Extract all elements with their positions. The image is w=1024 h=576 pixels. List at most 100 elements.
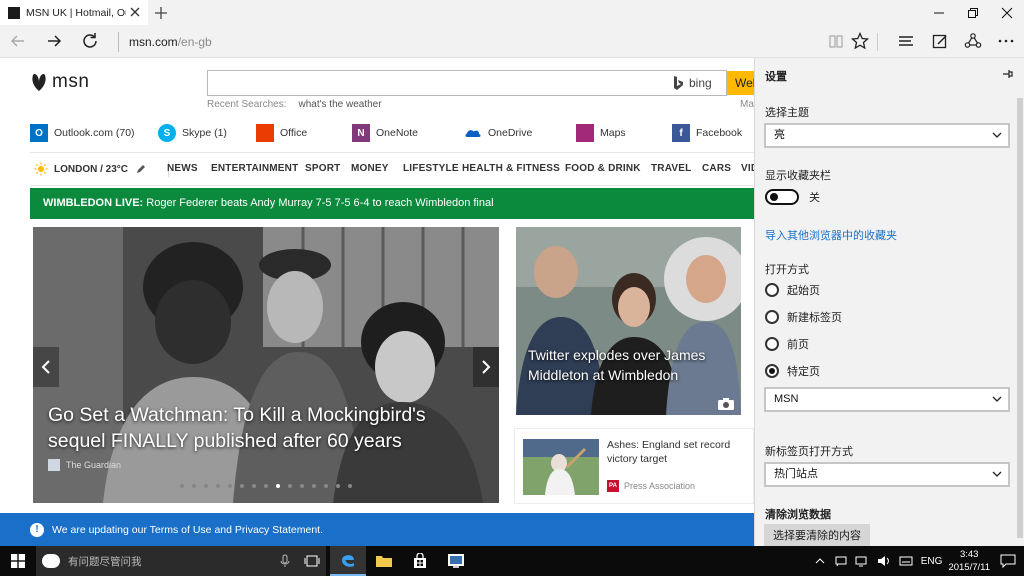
bing-label: bing — [689, 76, 712, 90]
story-card-twitter[interactable]: Twitter explodes over James Middleton at… — [516, 227, 741, 415]
nav-video[interactable]: VID — [741, 163, 754, 174]
nav-cars[interactable]: CARS — [702, 163, 731, 174]
tab-title: MSN UK | Hotmail, Outlo — [26, 6, 126, 19]
newtab-select[interactable]: 热门站点 — [764, 462, 1010, 487]
carousel-dot[interactable] — [240, 484, 244, 488]
radio-label: 新建标签页 — [787, 312, 842, 324]
newtab-label: 新标签页打开方式 — [765, 446, 853, 458]
bing-logo[interactable]: bing — [672, 71, 712, 95]
close-window-button[interactable] — [990, 0, 1024, 25]
volume-icon[interactable] — [877, 555, 891, 567]
keyboard-icon[interactable] — [899, 555, 913, 567]
nav-sport[interactable]: SPORT — [305, 163, 340, 174]
radio-previous-pages[interactable]: 前页 — [765, 336, 809, 352]
pin-icon[interactable] — [1002, 68, 1014, 80]
choose-what-to-clear-button[interactable]: 选择要清除的内容 — [764, 524, 870, 546]
more-icon[interactable] — [996, 31, 1016, 51]
edit-pencil-icon[interactable] — [136, 164, 146, 174]
link-outlook[interactable]: O Outlook.com (70) — [30, 124, 135, 142]
nav-lifestyle[interactable]: LIFESTYLE — [403, 163, 459, 174]
restore-button[interactable] — [956, 0, 990, 25]
taskbar-app[interactable] — [438, 546, 474, 576]
taskbar-file-explorer[interactable] — [366, 546, 402, 576]
carousel-dot[interactable] — [300, 484, 304, 488]
notification-icon[interactable] — [835, 555, 847, 567]
msn-search-input[interactable] — [207, 70, 727, 96]
weather-widget[interactable]: LONDON / 23°C — [34, 161, 170, 177]
link-label: Outlook.com (70) — [54, 127, 135, 139]
new-tab-icon[interactable] — [152, 4, 170, 22]
carousel-dot-active[interactable] — [276, 484, 280, 488]
link-onedrive[interactable]: OneDrive — [464, 124, 532, 142]
network-icon[interactable] — [855, 555, 869, 567]
carousel-dot[interactable] — [228, 484, 232, 488]
carousel-dot[interactable] — [192, 484, 196, 488]
refresh-icon[interactable] — [80, 31, 100, 51]
link-office[interactable]: Office — [256, 124, 307, 142]
favorite-star-icon[interactable] — [850, 31, 870, 51]
breaking-news-banner[interactable]: WIMBLEDON LIVE: Roger Federer beats Andy… — [30, 188, 754, 219]
nav-travel[interactable]: TRAVEL — [651, 163, 691, 174]
nav-food-drink[interactable]: FOOD & DRINK — [565, 163, 641, 174]
theme-select[interactable]: 亮 — [764, 123, 1010, 148]
carousel-dot[interactable] — [312, 484, 316, 488]
nav-money[interactable]: MONEY — [351, 163, 389, 174]
web-search-button[interactable]: Web — [727, 71, 754, 95]
nav-health-fitness[interactable]: HEALTH & FITNESS — [462, 163, 560, 174]
back-arrow-icon[interactable] — [8, 31, 28, 51]
browser-tab[interactable]: MSN UK | Hotmail, Outlo — [0, 0, 148, 25]
clock[interactable]: 3:43 2015/7/11 — [948, 548, 990, 574]
forward-arrow-icon[interactable] — [44, 31, 64, 51]
link-maps[interactable]: Maps — [576, 124, 626, 142]
reading-view-icon[interactable] — [826, 31, 846, 51]
msn-logo[interactable]: msn — [30, 71, 89, 93]
settings-scrollbar[interactable] — [1017, 98, 1023, 538]
radio-start-page[interactable]: 起始页 — [765, 282, 820, 298]
ime-indicator[interactable]: ENG — [921, 556, 943, 567]
carousel-prev-button[interactable] — [33, 347, 59, 387]
favbar-toggle[interactable]: 关 — [765, 189, 820, 205]
link-onenote[interactable]: N OneNote — [352, 124, 418, 142]
outlook-icon: O — [30, 124, 48, 142]
carousel-dot[interactable] — [204, 484, 208, 488]
carousel-dot[interactable] — [336, 484, 340, 488]
minimize-button[interactable] — [922, 0, 956, 25]
story-card-ashes[interactable]: Ashes: England set record victory target… — [514, 428, 754, 504]
web-note-icon[interactable] — [930, 31, 950, 51]
carousel-dot[interactable] — [252, 484, 256, 488]
carousel-dot[interactable] — [288, 484, 292, 488]
radio-new-tab[interactable]: 新建标签页 — [765, 309, 842, 325]
address-bar[interactable]: msn.com/en-gb — [118, 32, 212, 52]
link-skype[interactable]: S Skype (1) — [158, 124, 227, 142]
recent-search-item[interactable]: what's the weather — [299, 99, 382, 110]
radio-label: 特定页 — [787, 366, 820, 378]
import-favorites-link[interactable]: 导入其他浏览器中的收藏夹 — [765, 227, 897, 243]
carousel-dot[interactable] — [324, 484, 328, 488]
specific-page-select[interactable]: MSN — [764, 387, 1010, 412]
hero-headline[interactable]: Go Set a Watchman: To Kill a Mockingbird… — [48, 402, 488, 454]
chevron-up-icon[interactable] — [815, 557, 825, 565]
microphone-icon[interactable] — [280, 554, 290, 568]
hub-icon[interactable] — [896, 31, 916, 51]
link-facebook[interactable]: f Facebook — [672, 124, 742, 142]
terms-notice-bar[interactable]: ! We are updating our Terms of Use and P… — [0, 513, 754, 546]
nav-news[interactable]: NEWS — [167, 163, 198, 174]
recent-searches-manage[interactable]: Ma — [740, 99, 754, 110]
carousel-dot[interactable] — [348, 484, 352, 488]
task-view-button[interactable] — [294, 546, 330, 576]
action-center-icon[interactable] — [1000, 554, 1016, 568]
carousel-dot[interactable] — [264, 484, 268, 488]
taskbar-edge[interactable] — [330, 546, 366, 576]
hero-carousel[interactable]: Go Set a Watchman: To Kill a Mockingbird… — [33, 227, 499, 503]
start-button[interactable] — [0, 546, 36, 576]
bing-icon — [674, 76, 683, 90]
carousel-next-button[interactable] — [473, 347, 499, 387]
carousel-dot[interactable] — [216, 484, 220, 488]
carousel-dot[interactable] — [180, 484, 184, 488]
close-tab-icon[interactable] — [128, 5, 142, 19]
taskbar-store[interactable] — [402, 546, 438, 576]
nav-entertainment[interactable]: ENTERTAINMENT — [211, 163, 298, 174]
cortana-search-box[interactable]: 有问题尽管问我 — [36, 546, 326, 576]
share-icon[interactable] — [963, 31, 983, 51]
radio-specific-page[interactable]: 特定页 — [765, 363, 820, 379]
